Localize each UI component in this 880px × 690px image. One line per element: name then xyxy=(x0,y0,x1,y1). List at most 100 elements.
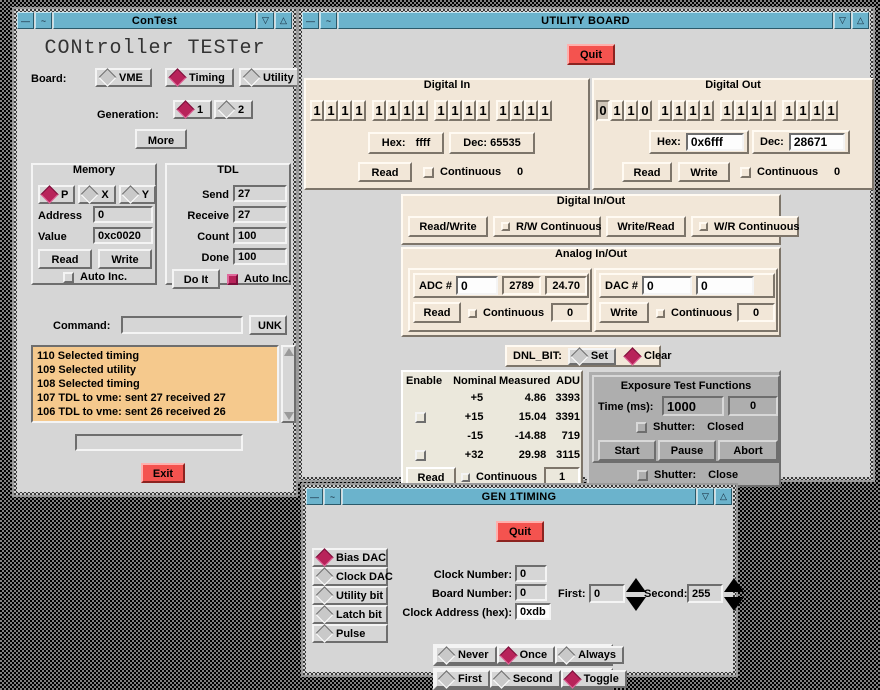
digital-out-bit[interactable]: 1 xyxy=(658,100,672,121)
which-option-first[interactable]: First xyxy=(435,670,490,688)
adc-continuous-checkbox[interactable]: Continuous xyxy=(468,307,544,319)
tdl-do-it-button[interactable]: Do It xyxy=(172,269,220,289)
digital-out-bit[interactable]: 1 xyxy=(796,100,810,121)
exposure-abort-button[interactable]: Abort xyxy=(718,440,778,461)
digital-in-bit[interactable]: 1 xyxy=(524,100,538,121)
window-gen-timing[interactable]: — ~ GEN 1TIMING ▽ △ Quit Bias DAC Clock … xyxy=(301,483,738,677)
when-option-never[interactable]: Never xyxy=(435,646,497,664)
spin-up-icon[interactable] xyxy=(626,577,646,593)
dnl-bit-set-option[interactable]: Set xyxy=(568,348,616,365)
message-list-scrollbar[interactable] xyxy=(281,345,296,423)
digital-out-bit[interactable]: 1 xyxy=(810,100,824,121)
digital-in-bit[interactable]: 1 xyxy=(310,100,324,121)
titlebar-gen-timing[interactable]: — ~ GEN 1TIMING ▽ △ xyxy=(306,488,733,505)
adc-number-input[interactable]: 0 xyxy=(456,276,498,295)
lower-button[interactable]: ▽ xyxy=(834,12,851,29)
board-option-utility[interactable]: Utility xyxy=(239,68,303,87)
which-option-second[interactable]: Second xyxy=(490,670,561,688)
dac-continuous-checkbox[interactable]: Continuous xyxy=(656,307,732,319)
command-input[interactable] xyxy=(121,316,243,334)
spin-down-icon[interactable] xyxy=(724,596,744,612)
digital-out-bit[interactable]: 1 xyxy=(686,100,700,121)
digital-out-dec-input[interactable]: 28671 xyxy=(789,133,845,151)
shade-button[interactable]: ~ xyxy=(320,12,337,29)
titlebar-utility-board[interactable]: — ~ UTILITY BOARD ▽ △ xyxy=(302,12,870,29)
lower-button[interactable]: ▽ xyxy=(697,488,714,505)
tdl-count-input[interactable]: 100 xyxy=(233,227,287,244)
digital-in-read-button[interactable]: Read xyxy=(358,162,412,182)
digital-out-bit[interactable]: 1 xyxy=(782,100,796,121)
generation-option-1[interactable]: 1 xyxy=(173,100,212,119)
write-read-button[interactable]: Write/Read xyxy=(606,216,686,237)
digital-out-bit[interactable]: 1 xyxy=(610,100,624,121)
exposure-time-input[interactable]: 1000 xyxy=(662,396,724,416)
mode-option-latch-bit[interactable]: Latch bit xyxy=(312,605,388,624)
second-spinner[interactable] xyxy=(724,577,744,612)
power-continuous-checkbox[interactable]: Continuous xyxy=(461,471,537,483)
window-contest[interactable]: — ~ ConTest ▽ △ CONtroller TESTer Board:… xyxy=(12,7,298,497)
utility-quit-button[interactable]: Quit xyxy=(567,44,615,65)
mode-option-bias-dac[interactable]: Bias DAC xyxy=(312,548,388,567)
digital-out-continuous-checkbox[interactable]: Continuous xyxy=(740,166,818,178)
digital-in-bits[interactable]: 1 1 1 1 1 1 1 1 1 1 1 1 1 xyxy=(310,100,552,121)
digital-in-bit[interactable]: 1 xyxy=(338,100,352,121)
digital-in-continuous-checkbox[interactable]: Continuous xyxy=(423,166,501,178)
dnl-bit-clear-option[interactable]: Clear xyxy=(622,348,678,365)
wr-continuous-toggle[interactable]: W/R Continuous xyxy=(691,216,799,237)
board-option-vme[interactable]: VME xyxy=(95,68,152,87)
exit-button[interactable]: Exit xyxy=(141,463,185,483)
rw-continuous-toggle[interactable]: R/W Continuous xyxy=(493,216,601,237)
digital-out-bit[interactable]: 1 xyxy=(672,100,686,121)
board-option-timing[interactable]: Timing xyxy=(165,68,234,87)
digital-in-bit[interactable]: 1 xyxy=(400,100,414,121)
digital-out-bit[interactable]: 1 xyxy=(624,100,638,121)
dac-write-button[interactable]: Write xyxy=(599,302,649,323)
first-input[interactable]: 0 xyxy=(589,584,625,603)
memory-space-x[interactable]: X xyxy=(78,185,115,204)
digital-out-bits[interactable]: 0 1 1 0 1 1 1 1 1 1 1 1 1 xyxy=(596,100,838,121)
status-entry-input[interactable] xyxy=(75,434,243,451)
spin-up-icon[interactable] xyxy=(724,577,744,593)
minimize-button[interactable]: — xyxy=(17,12,34,29)
mode-option-pulse[interactable]: Pulse xyxy=(312,624,388,643)
memory-write-button[interactable]: Write xyxy=(98,249,152,269)
digital-in-bit[interactable]: 1 xyxy=(462,100,476,121)
digital-out-bit[interactable]: 1 xyxy=(700,100,714,121)
mode-option-utility-bit[interactable]: Utility bit xyxy=(312,586,388,605)
digital-out-bit[interactable]: 1 xyxy=(748,100,762,121)
dac-data-input[interactable]: 0 xyxy=(696,276,754,295)
minimize-button[interactable]: — xyxy=(306,488,323,505)
shade-button[interactable]: ~ xyxy=(324,488,341,505)
spin-down-icon[interactable] xyxy=(626,596,646,612)
scroll-up-icon[interactable] xyxy=(284,348,294,356)
tdl-auto-inc-checkbox[interactable]: Auto Inc. xyxy=(227,273,291,285)
digital-out-bit[interactable]: 1 xyxy=(824,100,838,121)
adc-read-button[interactable]: Read xyxy=(413,302,461,323)
digital-in-bit[interactable]: 1 xyxy=(324,100,338,121)
generation-option-2[interactable]: 2 xyxy=(214,100,253,119)
digital-in-bit[interactable]: 1 xyxy=(372,100,386,121)
digital-in-bit[interactable]: 1 xyxy=(448,100,462,121)
board-number-input[interactable]: 0 xyxy=(515,584,547,601)
gen-timing-quit-button[interactable]: Quit xyxy=(496,521,544,542)
exposure-start-button[interactable]: Start xyxy=(598,440,656,461)
digital-in-bit[interactable]: 1 xyxy=(434,100,448,121)
second-input[interactable]: 255 xyxy=(687,584,723,603)
tdl-done-input[interactable]: 100 xyxy=(233,248,287,265)
digital-out-bit[interactable]: 1 xyxy=(720,100,734,121)
memory-value-input[interactable]: 0xc0020 xyxy=(93,227,153,244)
digital-out-write-button[interactable]: Write xyxy=(678,162,730,182)
window-utility-board[interactable]: — ~ UTILITY BOARD ▽ △ Quit Digital In 1 … xyxy=(297,7,875,482)
mode-option-clock-dac[interactable]: Clock DAC xyxy=(312,567,388,586)
more-button[interactable]: More xyxy=(135,129,187,149)
raise-button[interactable]: △ xyxy=(275,12,292,29)
clock-number-input[interactable]: 0 xyxy=(515,565,547,582)
unk-button[interactable]: UNK xyxy=(249,315,287,335)
which-option-toggle[interactable]: Toggle xyxy=(561,670,627,688)
dac-number-input[interactable]: 0 xyxy=(642,276,692,295)
digital-out-bit[interactable]: 0 xyxy=(596,100,610,121)
memory-address-input[interactable]: 0 xyxy=(93,206,153,223)
exposure-pause-button[interactable]: Pause xyxy=(658,440,716,461)
tdl-receive-input[interactable]: 27 xyxy=(233,206,287,223)
digital-in-bit[interactable]: 1 xyxy=(496,100,510,121)
